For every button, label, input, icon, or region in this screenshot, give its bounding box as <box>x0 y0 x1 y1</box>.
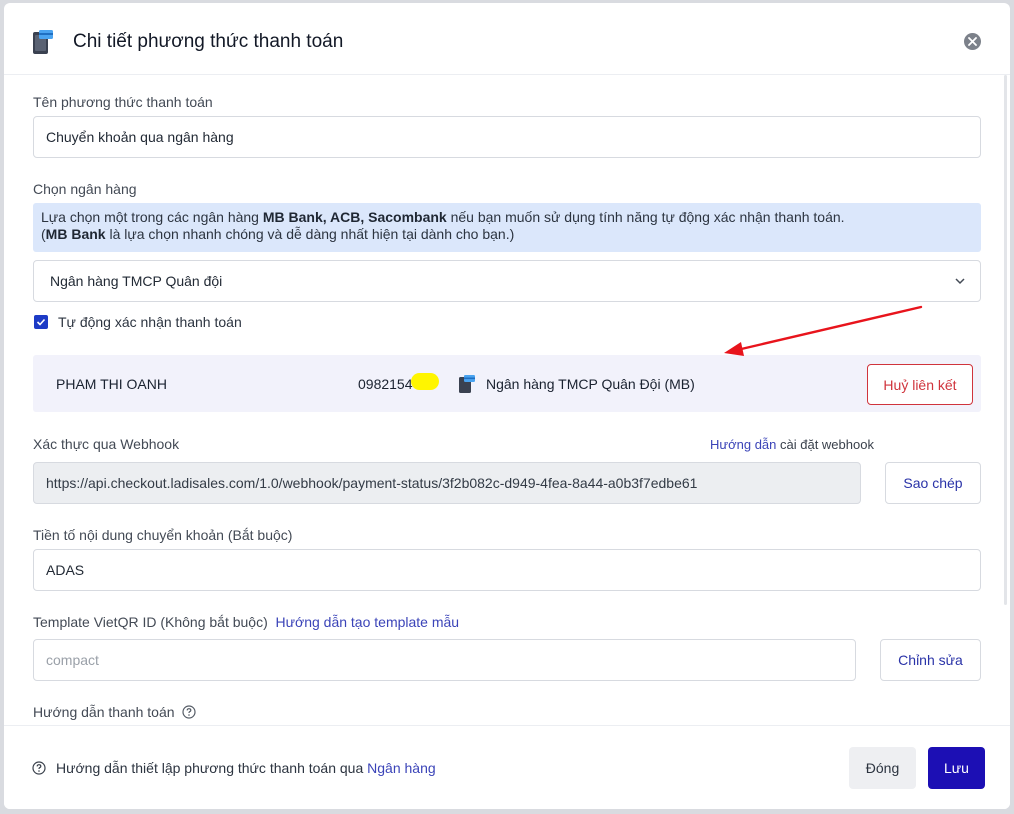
modal-footer: Hướng dẫn thiết lập phương thức thanh to… <box>4 725 1010 809</box>
prefix-input[interactable]: ADAS <box>33 549 981 591</box>
webhook-guide: Hướng dẫn cài đặt webhook <box>710 437 874 452</box>
account-phone: 0982154 <box>358 376 413 392</box>
footer-help-text: Hướng dẫn thiết lập phương thức thanh to… <box>56 760 364 776</box>
method-name-label: Tên phương thức thanh toán <box>33 94 213 110</box>
unlink-button[interactable]: Huỷ liên kết <box>867 364 973 405</box>
vietqr-guide-link[interactable]: Hướng dẫn tạo template mẫu <box>276 614 460 630</box>
webhook-guide-link[interactable]: Hướng dẫn <box>710 437 776 452</box>
scrollbar[interactable] <box>1004 75 1007 605</box>
copy-button[interactable]: Sao chép <box>885 462 981 504</box>
bank-info-line-1: Lựa chọn một trong các ngân hàng MB Bank… <box>41 209 845 225</box>
modal-title: Chi tiết phương thức thanh toán <box>73 31 344 52</box>
chevron-down-icon <box>955 278 965 285</box>
method-name-input[interactable]: Chuyển khoản qua ngân hàng <box>33 116 981 158</box>
footer-help-link[interactable]: Ngân hàng <box>367 760 436 776</box>
webhook-url-input[interactable]: https://api.checkout.ladisales.com/1.0/w… <box>33 462 861 504</box>
bank-info-line-2: (MB Bank là lựa chọn nhanh chóng và dễ d… <box>41 226 515 242</box>
vietqr-input[interactable]: compact <box>33 639 856 681</box>
payment-card-icon <box>33 30 53 54</box>
edit-template-button[interactable]: Chỉnh sửa <box>880 639 981 681</box>
bank-select-value: Ngân hàng TMCP Quân đội <box>50 273 223 289</box>
close-icon[interactable] <box>964 33 981 50</box>
bank-select-label: Chọn ngân hàng <box>33 181 137 197</box>
linked-bank-name: Ngân hàng TMCP Quân Đội (MB) <box>486 376 695 392</box>
linked-account-row: PHAM THI OANH 0982154 Ngân hàng TMCP Quâ… <box>33 355 981 412</box>
question-circle-icon[interactable] <box>182 705 197 719</box>
payment-method-modal: Chi tiết phương thức thanh toán Tên phươ… <box>4 3 1010 809</box>
bank-card-icon <box>459 375 475 393</box>
footer-help: Hướng dẫn thiết lập phương thức thanh to… <box>32 760 436 776</box>
auto-confirm-checkbox[interactable] <box>34 315 48 329</box>
payment-guide-label: Hướng dẫn thanh toán <box>33 704 197 720</box>
auto-confirm-label: Tự động xác nhận thanh toán <box>58 314 242 330</box>
modal-header: Chi tiết phương thức thanh toán <box>4 3 1010 75</box>
close-button[interactable]: Đóng <box>849 747 916 789</box>
prefix-label: Tiền tố nội dung chuyển khoản (Bắt buộc) <box>33 527 293 543</box>
save-button[interactable]: Lưu <box>928 747 985 789</box>
account-holder-name: PHAM THI OANH <box>56 376 167 392</box>
vietqr-label: Template VietQR ID (Không bắt buộc) Hướn… <box>33 614 460 630</box>
bank-select[interactable]: Ngân hàng TMCP Quân đội <box>33 260 981 302</box>
check-icon <box>36 318 46 326</box>
redaction-mark <box>411 373 439 390</box>
webhook-label: Xác thực qua Webhook <box>33 436 180 452</box>
bank-info-box: Lựa chọn một trong các ngân hàng MB Bank… <box>33 203 981 252</box>
question-circle-icon <box>32 761 46 775</box>
